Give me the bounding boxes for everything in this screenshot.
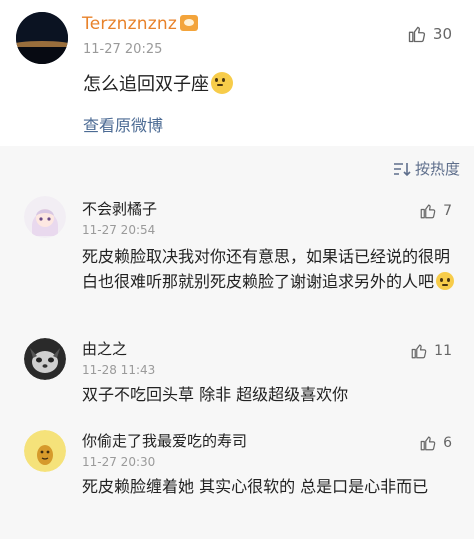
like-button[interactable]: 7	[419, 202, 452, 220]
reply-text: 双子不吃回头草 除非 超级超级喜欢你	[82, 385, 349, 404]
reply-timestamp: 11-28 11:43	[82, 363, 156, 377]
reply-username[interactable]: 不会剥橘子	[82, 198, 157, 219]
pet-photo-avatar	[24, 338, 66, 380]
avatar[interactable]	[24, 430, 66, 472]
anime-girl-avatar	[24, 196, 66, 238]
comment-timestamp: 11-27 20:25	[83, 42, 163, 57]
like-count: 7	[443, 203, 452, 219]
reply-text: 死皮赖脸取决我对你还有意思，如果话已经说的很明白也很难听那就别死皮赖脸了谢谢追求…	[82, 244, 462, 294]
thinking-face-emoji	[436, 272, 455, 290]
reply-timestamp: 11-27 20:30	[82, 455, 156, 469]
username-text[interactable]: Terznznznz	[82, 14, 177, 34]
like-button[interactable]: 6	[419, 434, 452, 452]
thumbs-up-icon	[408, 26, 426, 43]
thumbs-up-icon	[411, 344, 427, 359]
pleading-face-emoji	[211, 72, 233, 94]
like-button[interactable]: 30	[407, 24, 452, 44]
thumbs-up-icon	[420, 436, 436, 451]
like-count: 11	[434, 343, 452, 359]
reply-text-content: 死皮赖脸取决我对你还有意思，如果话已经说的很明白也很难听那就别死皮赖脸了谢谢追求…	[82, 247, 451, 291]
sort-label[interactable]: 按热度	[415, 158, 460, 179]
comment-text: 怎么追回双子座	[83, 70, 233, 96]
avatar[interactable]	[24, 338, 66, 380]
reply-username[interactable]: 你偷走了我最爱吃的寿司	[82, 430, 247, 451]
like-button[interactable]: 11	[410, 342, 452, 360]
yellow-cartoon-avatar	[24, 430, 66, 472]
comment-text-content: 怎么追回双子座	[83, 74, 209, 95]
reply-username[interactable]: 由之之	[82, 338, 127, 359]
night-sky-avatar-image	[16, 12, 68, 64]
avatar[interactable]	[24, 196, 66, 238]
reply-timestamp: 11-27 20:54	[82, 223, 156, 237]
vip-badge-icon	[179, 15, 198, 31]
reply-panel: 按热度 不会剥橘子 11-27 20:54 7 死皮赖脸取决我对你还有意思，如果…	[0, 146, 474, 539]
avatar[interactable]	[16, 12, 68, 64]
like-count: 6	[443, 435, 452, 451]
main-comment: Terznznznz 11-27 20:25 30 怎么追回双子座 查看原微博	[0, 0, 474, 146]
username[interactable]: Terznznznz	[82, 14, 198, 34]
thumbs-up-icon	[420, 204, 436, 219]
like-count: 30	[432, 25, 452, 43]
sort-icon	[393, 162, 411, 176]
view-original-link[interactable]: 查看原微博	[83, 112, 163, 136]
reply-text: 死皮赖脸缠着她 其实心很软的 总是口是心非而已	[82, 477, 429, 496]
sort-by-hot-button[interactable]: 按热度	[393, 158, 460, 179]
